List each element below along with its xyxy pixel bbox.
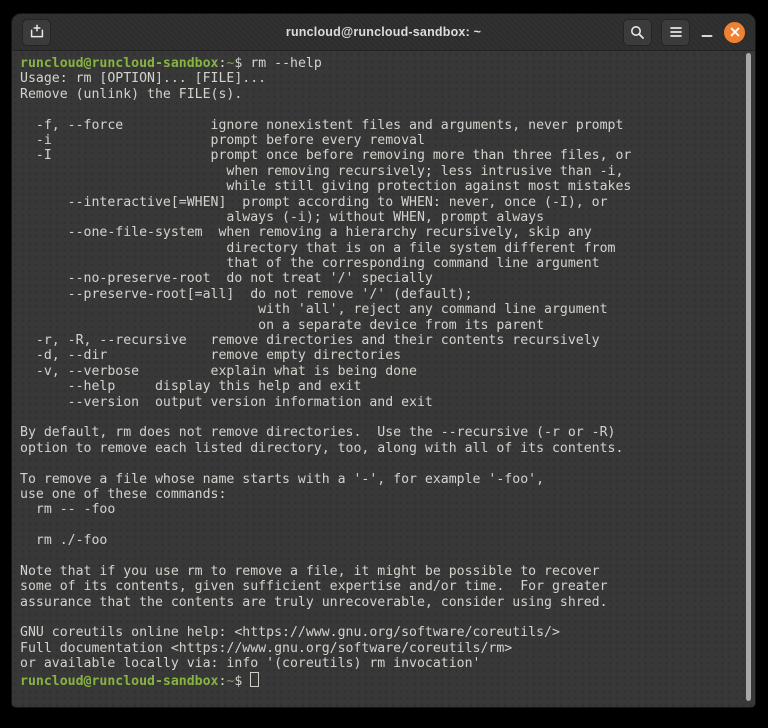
output-line: rm -- -foo (20, 502, 747, 517)
output-line: --version output version information and… (20, 395, 747, 410)
search-button[interactable] (623, 19, 652, 46)
output-line: --preserve-root[=all] do not remove '/' … (20, 287, 747, 302)
output-line: -I prompt once before removing more than… (20, 148, 747, 163)
menu-icon (669, 26, 683, 38)
output-line: assurance that the contents are truly un… (20, 595, 747, 610)
desktop-background: runcloud@runcloud-sandbox: ~ (0, 0, 768, 728)
output-line: -v, --verbose explain what is being done (20, 364, 747, 379)
output-line: -f, --force ignore nonexistent files and… (20, 118, 747, 133)
prompt-symbol: $ (234, 674, 242, 689)
output-line: --one-file-system when removing a hierar… (20, 225, 747, 240)
close-icon (730, 27, 740, 37)
terminal-cursor[interactable] (250, 672, 259, 687)
output-line (20, 410, 747, 425)
menu-button[interactable] (661, 19, 690, 46)
output-line: -d, --dir remove empty directories (20, 348, 747, 363)
output-line: --help display this help and exit (20, 379, 747, 394)
titlebar[interactable]: runcloud@runcloud-sandbox: ~ (12, 14, 755, 51)
output-line: GNU coreutils online help: <https://www.… (20, 625, 747, 640)
minimize-button[interactable] (699, 30, 715, 34)
output-line: -i prompt before every removal (20, 133, 747, 148)
output-line (20, 102, 747, 117)
output-line: Usage: rm [OPTION]... [FILE]... (20, 71, 747, 86)
command-text: rm --help (250, 56, 321, 71)
output-line: --no-preserve-root do not treat '/' spec… (20, 271, 747, 286)
output-line: rm ./-foo (20, 533, 747, 548)
close-button[interactable] (724, 22, 745, 43)
scrollbar-thumb[interactable] (746, 53, 751, 701)
terminal-content: runcloud@runcloud-sandbox:~$ rm --helpUs… (20, 56, 747, 687)
new-tab-icon (29, 24, 45, 40)
output-line: To remove a file whose name starts with … (20, 472, 747, 487)
output-line (20, 518, 747, 533)
output-line: with 'all', reject any command line argu… (20, 302, 747, 317)
prompt-user-host: runcloud@runcloud-sandbox (20, 674, 219, 689)
search-icon (630, 25, 645, 40)
current-prompt-line: runcloud@runcloud-sandbox:~$ (20, 672, 747, 687)
output-line: or available locally via: info '(coreuti… (20, 656, 747, 671)
output-line: use one of these commands: (20, 487, 747, 502)
output-line (20, 610, 747, 625)
output-line: Note that if you use rm to remove a file… (20, 564, 747, 579)
output-line: when removing recursively; less intrusiv… (20, 164, 747, 179)
output-line: Remove (unlink) the FILE(s). (20, 87, 747, 102)
output-line: some of its contents, given sufficient e… (20, 579, 747, 594)
output-line: --interactive[=WHEN] prompt according to… (20, 195, 747, 210)
output-line: By default, rm does not remove directori… (20, 425, 747, 440)
terminal-window: runcloud@runcloud-sandbox: ~ (12, 14, 755, 707)
command-line: runcloud@runcloud-sandbox:~$ rm --help (20, 56, 747, 71)
output-line: -r, -R, --recursive remove directories a… (20, 333, 747, 348)
output-line: always (-i); without WHEN, prompt always (20, 210, 747, 225)
output-line: directory that is on a file system diffe… (20, 241, 747, 256)
output-line: option to remove each listed directory, … (20, 441, 747, 456)
output-line: that of the corresponding command line a… (20, 256, 747, 271)
new-tab-button[interactable] (22, 19, 51, 46)
minimize-icon (701, 30, 713, 34)
output-line: Full documentation <https://www.gnu.org/… (20, 641, 747, 656)
output-line: while still giving protection against mo… (20, 179, 747, 194)
prompt-user-host: runcloud@runcloud-sandbox (20, 56, 219, 71)
output-line (20, 456, 747, 471)
terminal-screen[interactable]: runcloud@runcloud-sandbox:~$ rm --helpUs… (12, 51, 755, 707)
output-line (20, 549, 747, 564)
output-line: on a separate device from its parent (20, 318, 747, 333)
prompt-symbol: $ (234, 56, 242, 71)
